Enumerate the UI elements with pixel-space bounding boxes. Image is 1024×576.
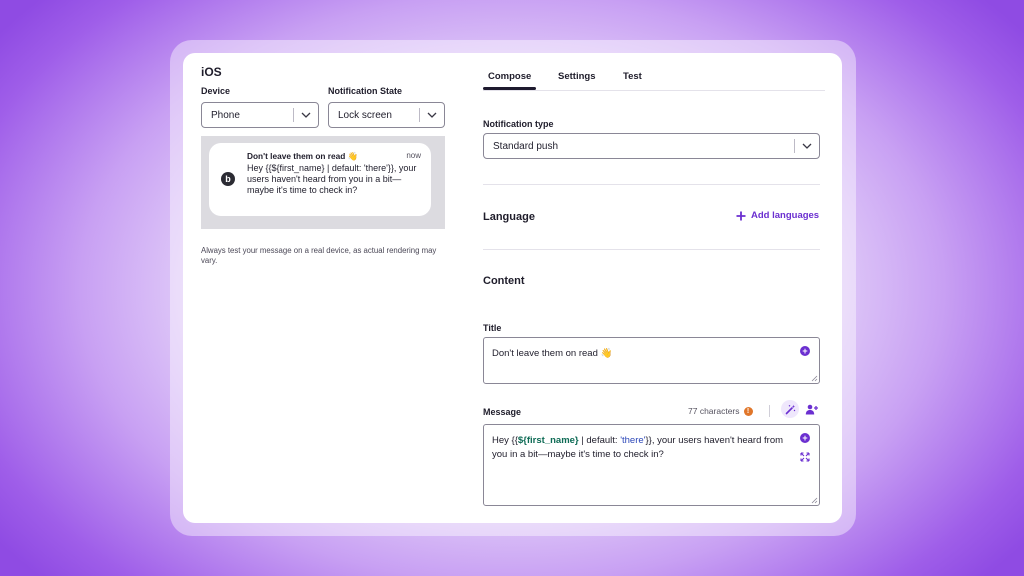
active-tab-indicator	[483, 87, 536, 90]
section-divider	[483, 249, 820, 250]
chevron-down-icon	[420, 112, 444, 118]
section-divider	[483, 184, 820, 185]
warning-info-icon[interactable]: !	[743, 406, 753, 416]
title-input[interactable]: Don't leave them on read 👋 +	[483, 337, 820, 384]
insert-plus-icon[interactable]: +	[800, 433, 810, 443]
notification-bubble: b Don't leave them on read 👋 now Hey {{$…	[209, 143, 431, 216]
message-line-1: Hey {{${first_name} | default: 'there'}}…	[492, 434, 783, 448]
notification-type-value: Standard push	[493, 140, 559, 152]
notification-state-value: Lock screen	[338, 109, 392, 121]
magic-wand-icon	[785, 404, 795, 414]
message-text: , your users haven't heard from	[651, 435, 784, 446]
push-editor-card: iOS Device Phone Notification State Lock…	[183, 53, 842, 523]
message-line-2: you in a bit—maybe it's time to check in…	[492, 449, 664, 460]
preview-body: Hey {{${first_name} | default: 'there'}}…	[247, 163, 417, 195]
notification-type-select[interactable]: Standard push	[483, 133, 820, 159]
title-label: Title	[483, 323, 502, 333]
ai-magic-wand-button[interactable]	[781, 400, 799, 418]
expand-icon[interactable]	[800, 452, 810, 462]
insert-attribute-button[interactable]	[802, 400, 820, 418]
tab-test[interactable]: Test	[623, 71, 642, 82]
liquid-filter: | default:	[578, 435, 621, 446]
language-heading: Language	[483, 211, 535, 223]
add-languages-button[interactable]: Add languages	[736, 210, 819, 221]
preview-hint: Always test your message on a real devic…	[201, 246, 437, 265]
platform-title: iOS	[201, 65, 222, 79]
liquid-string: 'there'	[620, 435, 646, 446]
notification-state-label: Notification State	[328, 86, 403, 96]
message-label: Message	[483, 407, 522, 417]
character-count-text: 77 characters	[688, 406, 740, 416]
title-input-value: Don't leave them on read 👋	[492, 348, 613, 359]
content-heading: Content	[483, 275, 525, 287]
device-label: Device	[201, 86, 231, 96]
preview-title: Don't leave them on read 👋	[247, 151, 358, 161]
notification-state-select[interactable]: Lock screen	[328, 102, 445, 128]
plus-icon	[736, 211, 746, 220]
device-select[interactable]: Phone	[201, 102, 319, 128]
toolbar-separator	[769, 405, 770, 417]
tab-compose[interactable]: Compose	[488, 71, 531, 82]
character-count: 77 characters !	[688, 406, 753, 416]
chevron-down-icon	[795, 143, 819, 149]
message-text: Hey {{	[492, 435, 518, 446]
lock-screen-preview: b Don't leave them on read 👋 now Hey {{$…	[201, 136, 445, 229]
chevron-down-icon	[294, 112, 318, 118]
preview-time: now	[406, 151, 421, 160]
add-person-icon	[805, 404, 818, 414]
resize-handle-icon[interactable]	[811, 497, 818, 504]
notification-type-label: Notification type	[483, 119, 554, 129]
liquid-variable: ${first_name}	[517, 435, 579, 446]
message-input-value: Hey {{${first_name} | default: 'there'}}…	[492, 434, 783, 462]
insert-plus-icon[interactable]: +	[800, 346, 810, 356]
message-input[interactable]: Hey {{${first_name} | default: 'there'}}…	[483, 424, 820, 506]
device-select-value: Phone	[211, 109, 240, 121]
app-logo-icon: b	[221, 172, 235, 186]
editor-tabs	[483, 53, 825, 91]
resize-handle-icon[interactable]	[811, 375, 818, 382]
add-languages-label: Add languages	[751, 210, 820, 221]
tab-settings[interactable]: Settings	[558, 71, 595, 82]
